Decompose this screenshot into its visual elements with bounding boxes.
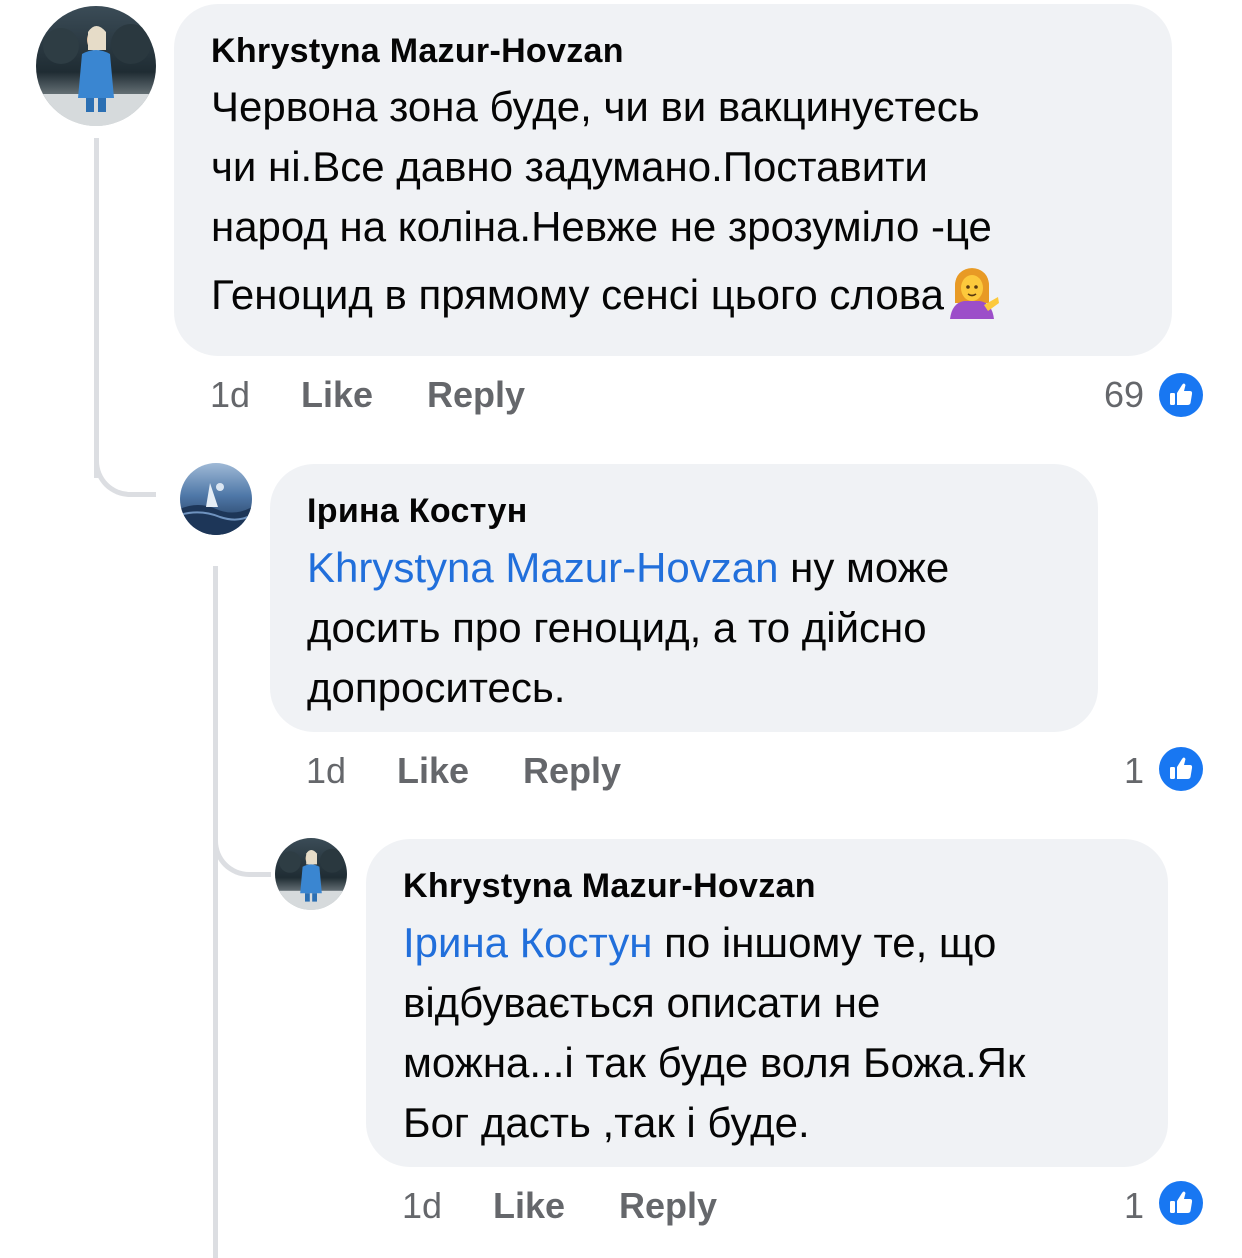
profile-photo-icon	[36, 6, 156, 126]
reaction-count[interactable]: 1	[1090, 1185, 1144, 1227]
reply-button[interactable]: Reply	[427, 374, 525, 416]
comment-text-segment: ну може	[778, 544, 950, 591]
comment-text-line: чи ні.Все давно задумано.Поставити	[211, 143, 928, 190]
mention-link[interactable]: Ірина Костун	[403, 919, 652, 966]
comment-text: Khrystyna Mazur-Hovzan ну може досить пр…	[307, 538, 949, 718]
comment-bubble[interactable]: Khrystyna Mazur-Hovzan Ірина Костун по і…	[366, 839, 1168, 1167]
comment-text-line: Червона зона буде, чи ви вакцинуєтесь	[211, 83, 980, 130]
like-icon[interactable]	[1156, 1178, 1206, 1228]
comment-text-line: досить про геноцид, а то дійсно	[307, 604, 927, 651]
like-icon[interactable]	[1156, 370, 1206, 420]
reply-button[interactable]: Reply	[523, 750, 621, 792]
reply-button[interactable]: Reply	[619, 1185, 717, 1227]
comment-author[interactable]: Khrystyna Mazur-Hovzan	[211, 32, 624, 71]
thread-connector-reply-2	[213, 835, 271, 877]
like-button[interactable]: Like	[493, 1185, 565, 1227]
profile-photo-icon	[275, 838, 347, 910]
person-tipping-hand-emoji-icon	[944, 263, 1000, 319]
comment-text-line: можна...і так буде воля Божа.Як	[403, 1039, 1026, 1086]
comment-time[interactable]: 1d	[402, 1185, 442, 1227]
comment-text-line: Бог дасть ,так і буде.	[403, 1099, 810, 1146]
comment-author[interactable]: Khrystyna Mazur-Hovzan	[403, 867, 816, 906]
thread-connector-reply-1	[94, 440, 156, 497]
comment-time[interactable]: 1d	[306, 750, 346, 792]
comment-text-line: допроситесь.	[307, 664, 566, 711]
comment-text-line-last: Геноцид в прямому сенсі цього слова	[211, 263, 1000, 325]
like-icon[interactable]	[1156, 744, 1206, 794]
comment-text: Ірина Костун по іншому те, що відбуваєть…	[403, 913, 1025, 1153]
thread-line-main	[94, 138, 99, 478]
comment-text-segment: Геноцид в прямому сенсі цього слова	[211, 271, 944, 318]
profile-photo-icon	[180, 463, 252, 535]
comment-bubble[interactable]: Ірина Костун Khrystyna Mazur-Hovzan ну м…	[270, 464, 1098, 732]
like-button[interactable]: Like	[397, 750, 469, 792]
avatar[interactable]	[36, 6, 156, 126]
comment-author[interactable]: Ірина Костун	[307, 492, 528, 531]
comment-text-line: Ірина Костун по іншому те, що	[403, 913, 1025, 973]
reaction-count[interactable]: 69	[1080, 374, 1144, 416]
thread-line-reply	[213, 566, 218, 1258]
reaction-count[interactable]: 1	[1090, 750, 1144, 792]
like-button[interactable]: Like	[301, 374, 373, 416]
comment-bubble[interactable]: Khrystyna Mazur-Hovzan Червона зона буде…	[174, 4, 1172, 356]
comment-text-line: Khrystyna Mazur-Hovzan ну може	[307, 538, 949, 598]
mention-link[interactable]: Khrystyna Mazur-Hovzan	[307, 544, 779, 591]
comment-text-line: відбувається описати не	[403, 979, 881, 1026]
avatar[interactable]	[180, 463, 252, 535]
comment-text-segment: по іншому те, що	[652, 919, 997, 966]
comment-time[interactable]: 1d	[210, 374, 250, 416]
avatar[interactable]	[275, 838, 347, 910]
comment-text-line: народ на коліна.Невже не зрозуміло -це	[211, 203, 992, 250]
comment-text: Червона зона буде, чи ви вакцинуєтесь чи…	[211, 77, 1000, 325]
